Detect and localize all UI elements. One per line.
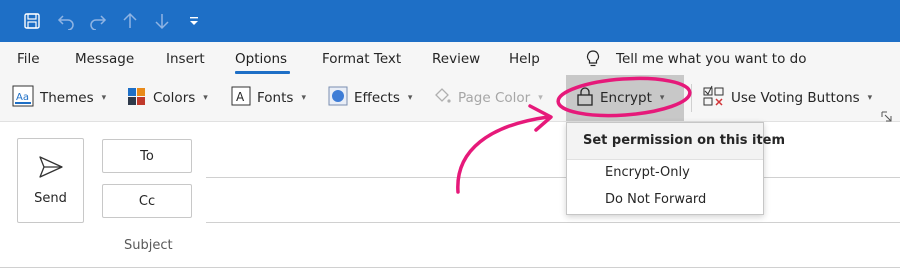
- subject-field-line: [0, 267, 900, 268]
- paint-bucket-icon: [432, 86, 452, 110]
- encrypt-dropdown-menu: Set permission on this item Encrypt-Only…: [566, 122, 785, 215]
- subject-label: Subject: [124, 238, 173, 253]
- effects-icon: [328, 86, 348, 110]
- cc-field-line: [206, 222, 900, 223]
- encrypt-button[interactable]: Encrypt ▾: [576, 86, 664, 110]
- fonts-icon: A: [231, 86, 251, 110]
- redo-icon[interactable]: [86, 9, 110, 33]
- effects-button[interactable]: Effects ▾: [328, 86, 412, 110]
- send-label: Send: [34, 191, 67, 206]
- lock-icon: [576, 86, 594, 110]
- voting-label: Use Voting Buttons: [731, 90, 860, 106]
- undo-icon[interactable]: [54, 9, 78, 33]
- customize-quick-access-icon[interactable]: [182, 9, 206, 33]
- down-arrow-icon[interactable]: [150, 9, 174, 33]
- menu-item-do-not-forward[interactable]: Do Not Forward: [605, 192, 706, 207]
- tab-format-text[interactable]: Format Text: [322, 51, 401, 67]
- svg-text:A: A: [236, 90, 245, 104]
- chevron-down-icon: ▾: [659, 93, 665, 103]
- fonts-label: Fonts: [257, 90, 294, 106]
- tab-file[interactable]: File: [17, 51, 40, 67]
- send-button[interactable]: Send: [17, 138, 84, 223]
- chevron-down-icon: ▾: [538, 93, 543, 103]
- chevron-down-icon: ▾: [203, 93, 208, 103]
- ribbon-separator: [691, 84, 692, 112]
- chevron-down-icon: ▾: [867, 93, 873, 103]
- to-button[interactable]: To: [102, 139, 192, 173]
- save-icon[interactable]: [20, 9, 44, 33]
- colors-icon: [127, 86, 147, 110]
- fonts-button[interactable]: A Fonts ▾: [231, 86, 306, 110]
- colors-label: Colors: [153, 90, 196, 106]
- tab-insert[interactable]: Insert: [166, 51, 205, 67]
- chevron-down-icon: ▾: [101, 93, 107, 103]
- svg-text:Aa: Aa: [16, 92, 29, 103]
- themes-icon: Aa: [12, 85, 34, 111]
- tab-help[interactable]: Help: [509, 51, 540, 67]
- tab-message[interactable]: Message: [75, 51, 134, 67]
- tab-options[interactable]: Options: [235, 51, 287, 67]
- menu-item-encrypt-only[interactable]: Encrypt-Only: [605, 165, 690, 180]
- send-icon: [38, 155, 64, 183]
- chevron-down-icon: ▾: [301, 93, 306, 103]
- cc-button[interactable]: Cc: [102, 184, 192, 218]
- page-color-button[interactable]: Page Color ▾: [432, 86, 543, 110]
- page-color-label: Page Color: [458, 90, 531, 106]
- active-tab-underline: [235, 71, 290, 74]
- up-arrow-icon[interactable]: [118, 9, 142, 33]
- voting-buttons-icon: [703, 85, 725, 111]
- use-voting-buttons-button[interactable]: Use Voting Buttons ▾: [703, 85, 873, 111]
- tab-review[interactable]: Review: [432, 51, 480, 67]
- encrypt-label: Encrypt: [600, 90, 652, 106]
- outlook-compose-window: File Message Insert Options Format Text …: [0, 0, 900, 278]
- themes-button[interactable]: Aa Themes ▾: [12, 85, 107, 111]
- tell-me-search[interactable]: Tell me what you want to do: [616, 51, 806, 67]
- colors-button[interactable]: Colors ▾: [127, 86, 208, 110]
- to-field-line: [206, 177, 900, 178]
- dropdown-header: Set permission on this item: [567, 123, 785, 160]
- effects-label: Effects: [354, 90, 400, 106]
- chevron-down-icon: ▾: [407, 93, 413, 103]
- themes-label: Themes: [40, 90, 94, 106]
- lightbulb-icon[interactable]: [585, 49, 601, 73]
